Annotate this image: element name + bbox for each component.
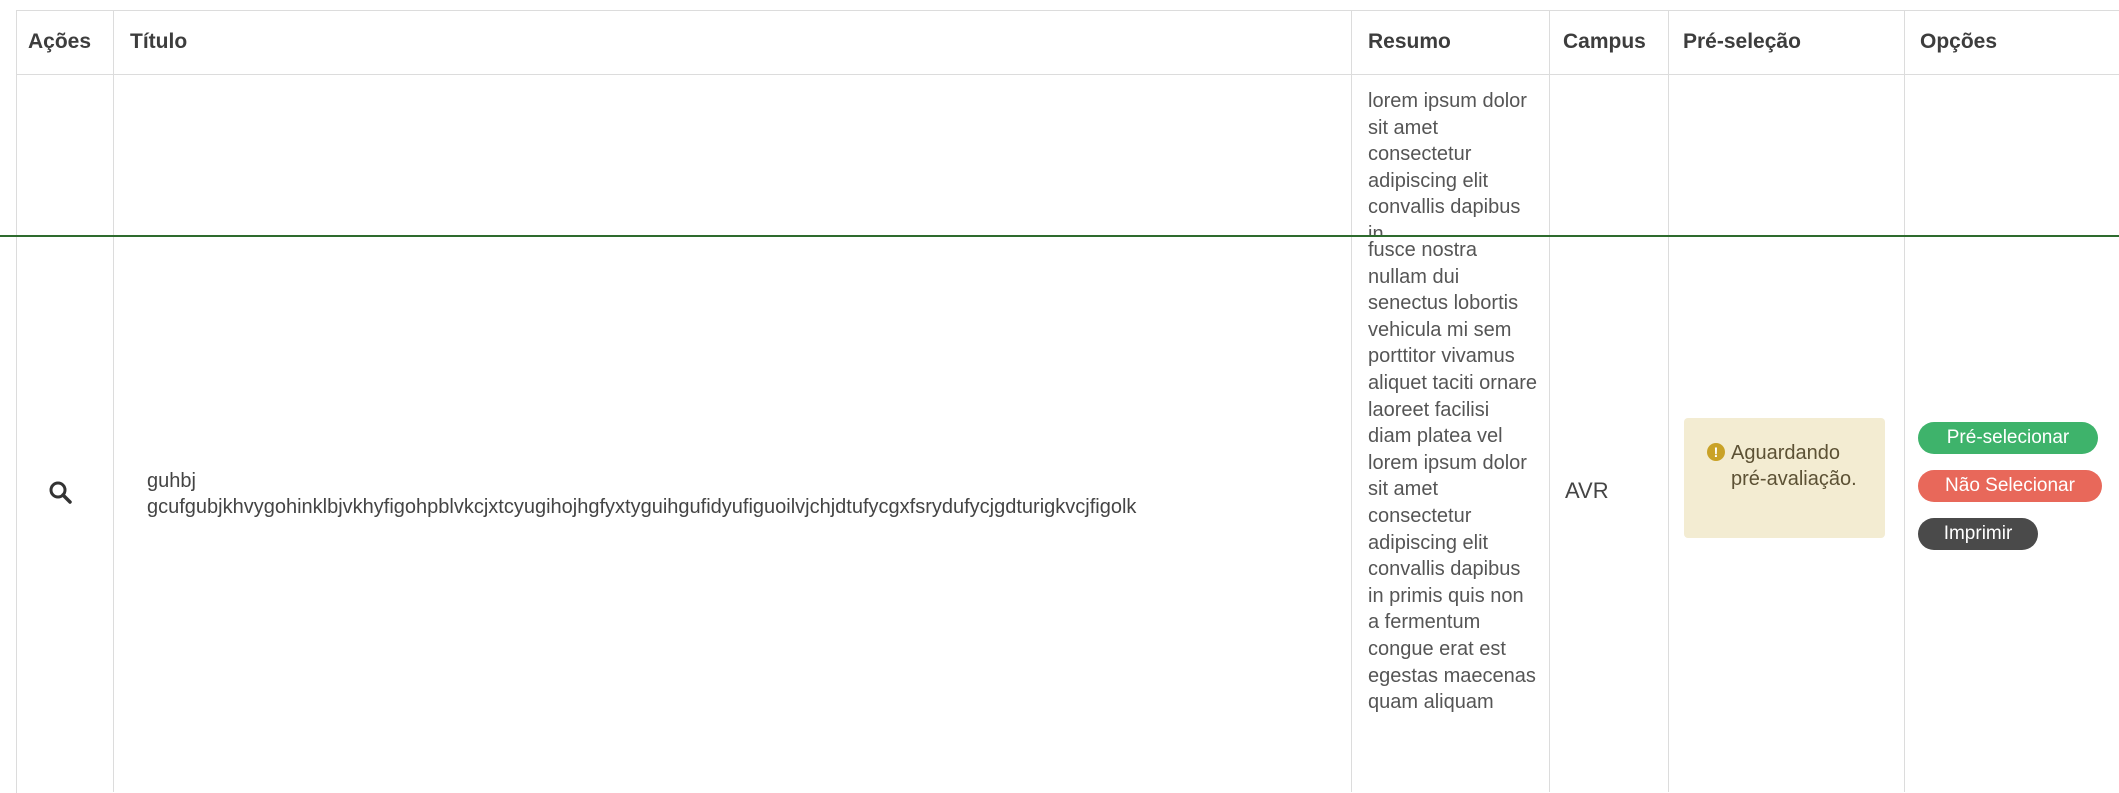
- search-icon[interactable]: [48, 480, 74, 506]
- column-divider: [1351, 10, 1352, 792]
- projects-table: [16, 10, 2119, 793]
- column-divider: [1549, 10, 1550, 792]
- titulo-line: guhbj: [147, 470, 196, 492]
- titulo-line: gcufgubjkhvygohinklbjvkhyfigohpblvkcjxtc…: [147, 496, 1137, 518]
- column-divider: [1904, 10, 1905, 792]
- column-divider: [113, 10, 114, 792]
- nao-selecionar-button[interactable]: Não Selecionar: [1918, 470, 2102, 502]
- header-acoes: Ações: [28, 30, 92, 53]
- imprimir-button[interactable]: Imprimir: [1918, 518, 2038, 550]
- resumo-cell: fusce nostra nullam dui senectus loborti…: [1368, 239, 1537, 714]
- header-campus: Campus: [1563, 30, 1646, 53]
- row-divider: [0, 235, 2119, 237]
- column-divider: [1668, 10, 1669, 792]
- header-titulo: Título: [130, 30, 188, 53]
- campus-cell: AVR: [1565, 478, 1609, 503]
- header-resumo: Resumo: [1368, 30, 1451, 53]
- status-badge: ! Aguardando pré-avaliação.: [1684, 418, 1885, 538]
- titulo-cell: guhbj gcufgubjkhvygohinklbjvkhyfigohpblv…: [147, 468, 1136, 520]
- status-text: Aguardando pré-avaliação.: [1731, 442, 1857, 490]
- header-divider: [16, 74, 2119, 75]
- resumo-cell: lorem ipsum dolor sit amet consectetur a…: [1368, 90, 1527, 235]
- preselect-button[interactable]: Pré-selecionar: [1918, 422, 2098, 454]
- header-opcoes: Opções: [1920, 30, 1998, 53]
- header-pre-selecao: Pré-seleção: [1683, 30, 1801, 53]
- exclamation-icon: !: [1707, 443, 1725, 461]
